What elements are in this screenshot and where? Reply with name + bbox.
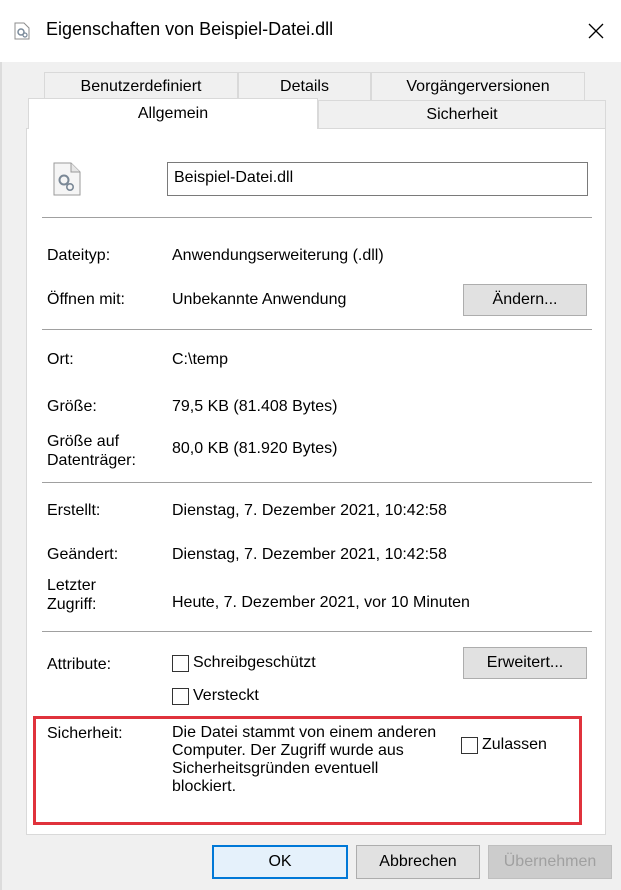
- filetype-label: Dateityp:: [47, 247, 111, 264]
- filetype-value: Anwendungserweiterung (.dll): [172, 247, 384, 264]
- allow-label: Zulassen: [482, 736, 547, 753]
- close-icon: [588, 23, 604, 39]
- tab-sicherheit[interactable]: Sicherheit: [318, 100, 606, 128]
- cancel-button[interactable]: Abbrechen: [356, 845, 480, 879]
- close-button[interactable]: [578, 14, 614, 48]
- checkbox-box[interactable]: [172, 654, 189, 672]
- size-on-disk-label: Größe auf Datenträger:: [47, 433, 136, 469]
- separator: [42, 217, 592, 218]
- separator: [42, 631, 592, 632]
- dll-gear-file-icon: [53, 162, 81, 196]
- apply-button[interactable]: Übernehmen: [488, 845, 612, 879]
- tab-allgemein[interactable]: Allgemein: [28, 98, 318, 129]
- change-button[interactable]: Ändern...: [463, 284, 587, 316]
- location-value: C:\temp: [172, 351, 229, 368]
- checkbox-box[interactable]: [461, 736, 478, 754]
- created-value: Dienstag, 7. Dezember 2021, 10:42:58: [172, 502, 447, 519]
- separator: [42, 329, 592, 330]
- modified-label: Geändert:: [47, 546, 119, 563]
- general-tab-panel: Beispiel-Datei.dll Dateityp: Anwendungse…: [26, 128, 606, 835]
- size-value: 79,5 KB (81.408 Bytes): [172, 398, 338, 415]
- security-text: Die Datei stammt von einem anderen Compu…: [172, 724, 437, 795]
- separator: [42, 482, 592, 483]
- tab-vorgaengerversionen[interactable]: Vorgängerversionen: [371, 72, 585, 100]
- checkbox-box[interactable]: [172, 687, 189, 705]
- tab-details[interactable]: Details: [238, 72, 371, 100]
- modified-value: Dienstag, 7. Dezember 2021, 10:42:58: [172, 546, 447, 563]
- hidden-checkbox[interactable]: Versteckt: [172, 687, 259, 705]
- size-on-disk-value: 80,0 KB (81.920 Bytes): [172, 440, 338, 457]
- size-label: Größe:: [47, 398, 97, 415]
- title-bar[interactable]: Eigenschaften von Beispiel-Datei.dll: [0, 0, 621, 62]
- openwith-label: Öffnen mit:: [47, 291, 125, 308]
- openwith-value: Unbekannte Anwendung: [172, 291, 347, 308]
- file-name-input[interactable]: Beispiel-Datei.dll: [167, 162, 588, 196]
- hidden-label: Versteckt: [193, 687, 259, 704]
- ok-button[interactable]: OK: [212, 845, 348, 879]
- readonly-checkbox[interactable]: Schreibgeschützt: [172, 654, 316, 672]
- tab-benutzerdefiniert[interactable]: Benutzerdefiniert: [44, 72, 238, 100]
- properties-dialog: Eigenschaften von Beispiel-Datei.dll Ben…: [0, 0, 621, 890]
- created-label: Erstellt:: [47, 502, 101, 519]
- dll-file-icon: [14, 22, 30, 40]
- last-access-label: Letzter Zugriff:: [47, 577, 97, 613]
- allow-checkbox[interactable]: Zulassen: [461, 736, 547, 754]
- location-label: Ort:: [47, 351, 74, 368]
- advanced-button[interactable]: Erweitert...: [463, 647, 587, 679]
- security-label: Sicherheit:: [47, 725, 123, 742]
- attributes-label: Attribute:: [47, 656, 112, 673]
- window-title: Eigenschaften von Beispiel-Datei.dll: [46, 19, 334, 39]
- readonly-label: Schreibgeschützt: [193, 654, 316, 671]
- last-access-value: Heute, 7. Dezember 2021, vor 10 Minuten: [172, 594, 470, 611]
- window-border: [0, 62, 2, 890]
